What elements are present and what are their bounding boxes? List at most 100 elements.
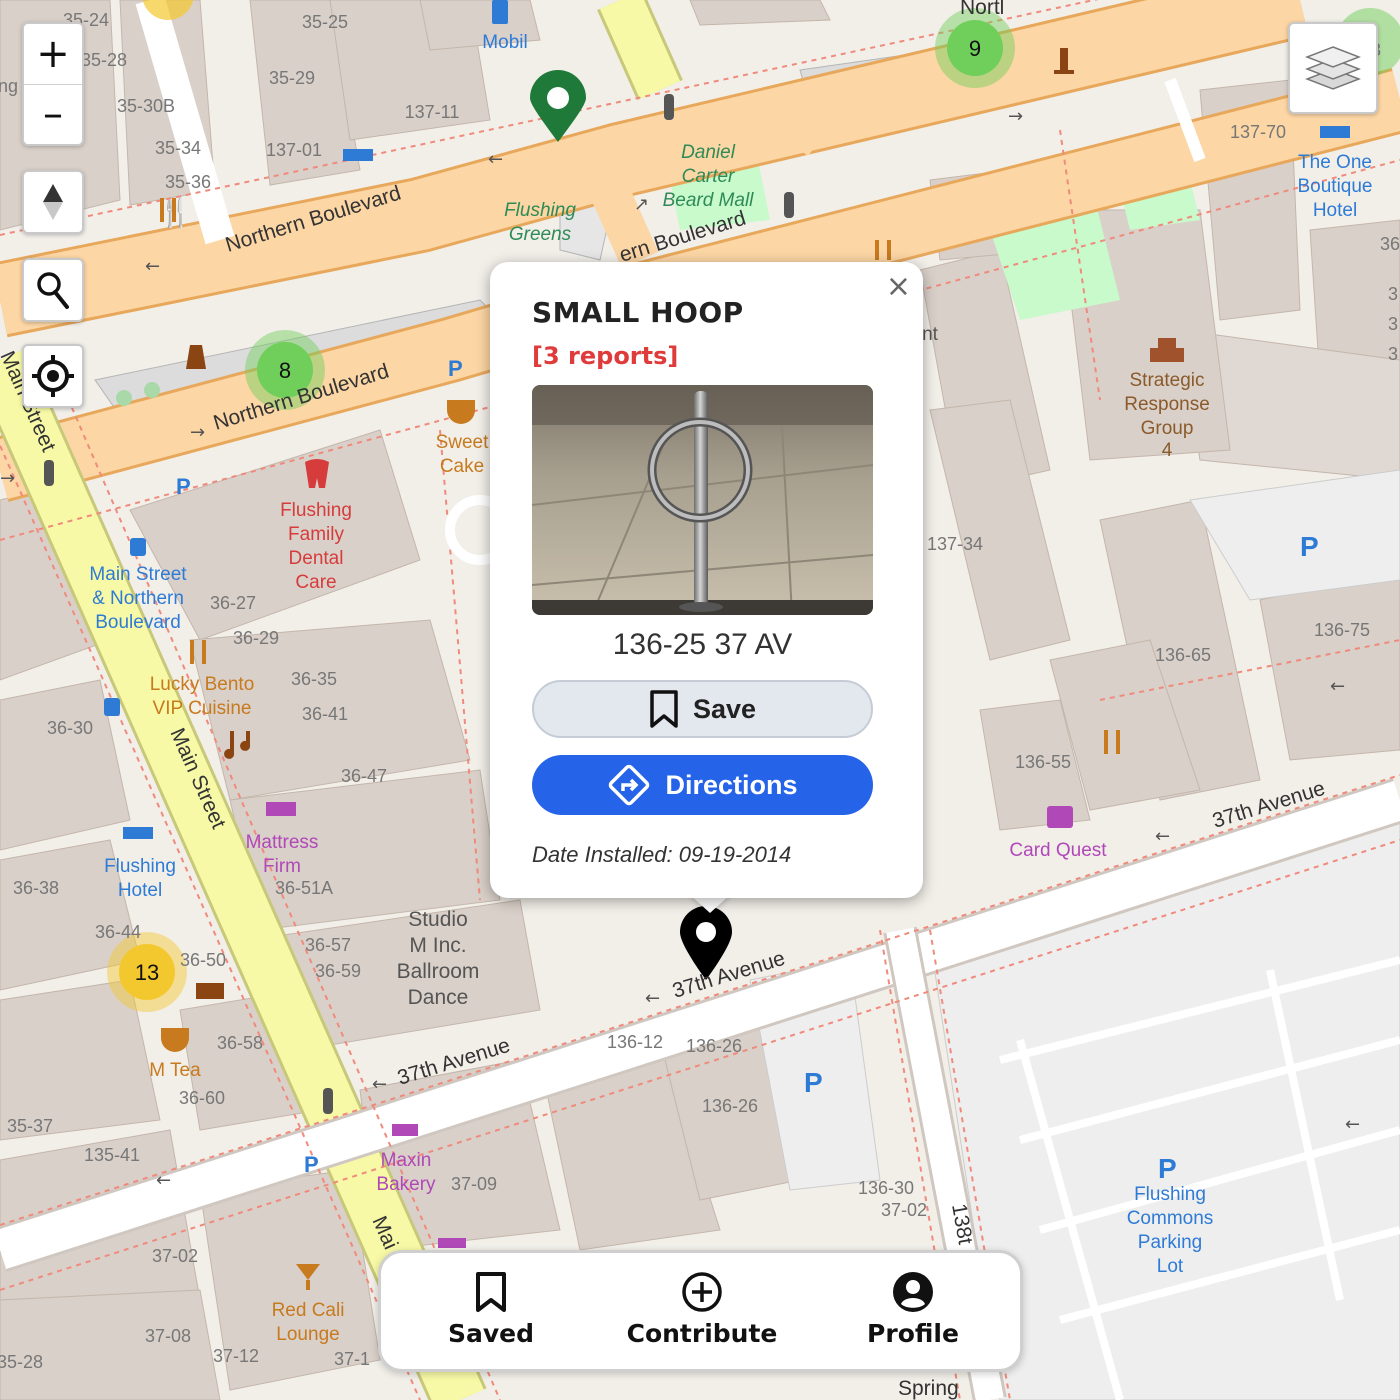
svg-text:36-59: 36-59 bbox=[315, 961, 361, 981]
layers-button[interactable] bbox=[1288, 22, 1378, 114]
svg-text:35-25: 35-25 bbox=[302, 12, 348, 32]
save-button[interactable]: Save bbox=[532, 680, 873, 738]
svg-text:37-08: 37-08 bbox=[145, 1326, 191, 1346]
road-label-spring: Spring bbox=[898, 1377, 959, 1400]
parking-symbol: P bbox=[1300, 531, 1319, 562]
parking-symbol: P bbox=[448, 356, 463, 381]
svg-text:Bakery: Bakery bbox=[376, 1174, 436, 1195]
svg-text:Hotel: Hotel bbox=[1313, 200, 1357, 221]
svg-text:→: → bbox=[0, 468, 15, 489]
svg-text:136-26: 136-26 bbox=[702, 1096, 758, 1116]
nav-saved[interactable]: Saved bbox=[391, 1271, 591, 1348]
svg-text:35-36: 35-36 bbox=[165, 172, 211, 192]
bookmark-icon bbox=[650, 690, 678, 728]
zoom-in-button[interactable]: + bbox=[24, 24, 82, 84]
svg-text:37-12: 37-12 bbox=[213, 1346, 259, 1366]
traffic-light-icon bbox=[664, 94, 674, 120]
label-dental: Flushing bbox=[280, 500, 352, 521]
label-sweet-cake: Sweet bbox=[436, 432, 490, 453]
svg-text:37-1: 37-1 bbox=[334, 1349, 370, 1369]
svg-text:Lot: Lot bbox=[1157, 1256, 1184, 1277]
svg-text:36-51A: 36-51A bbox=[275, 878, 333, 898]
bakery-icon bbox=[392, 1124, 418, 1136]
svg-text:Hotel: Hotel bbox=[118, 880, 162, 901]
directions-button[interactable]: Directions bbox=[532, 755, 873, 815]
nav-contribute[interactable]: Contribute bbox=[602, 1271, 802, 1348]
svg-text:3: 3 bbox=[1388, 284, 1398, 304]
rack-photo bbox=[532, 385, 873, 615]
cluster-8-count: 8 bbox=[279, 358, 291, 383]
reports-count[interactable]: [3 reports] bbox=[532, 342, 678, 370]
svg-text:36-27: 36-27 bbox=[210, 593, 256, 613]
popup-title: SMALL HOOP bbox=[532, 296, 744, 329]
svg-text:Lounge: Lounge bbox=[276, 1324, 339, 1345]
svg-text:35-28: 35-28 bbox=[81, 50, 127, 70]
svg-text:136-26: 136-26 bbox=[686, 1036, 742, 1056]
svg-text:←: ← bbox=[372, 1074, 387, 1095]
hotel-icon bbox=[1320, 126, 1350, 138]
svg-text:Greens: Greens bbox=[509, 224, 572, 245]
svg-text:Response: Response bbox=[1124, 394, 1210, 415]
svg-text:137-11: 137-11 bbox=[405, 102, 460, 122]
compass-button[interactable] bbox=[22, 170, 84, 234]
svg-text:Parking: Parking bbox=[1138, 1232, 1202, 1253]
svg-text:←: ← bbox=[488, 149, 503, 170]
compass-icon bbox=[43, 184, 63, 220]
cluster-13[interactable]: 13 bbox=[107, 932, 187, 1012]
bus-icon bbox=[104, 698, 120, 716]
svg-text:36-57: 36-57 bbox=[305, 935, 351, 955]
nav-profile[interactable]: Profile bbox=[813, 1271, 1013, 1348]
restaurant-icon bbox=[875, 240, 879, 260]
svg-text:36-60: 36-60 bbox=[179, 1088, 225, 1108]
money-icon bbox=[196, 983, 224, 999]
search-button[interactable] bbox=[22, 258, 84, 322]
svg-text:Firm: Firm bbox=[263, 856, 301, 877]
svg-text:Commons: Commons bbox=[1127, 1208, 1214, 1229]
svg-text:→: → bbox=[1008, 106, 1023, 127]
svg-text:Boulevard: Boulevard bbox=[95, 612, 181, 633]
plus-circle-icon bbox=[682, 1272, 722, 1312]
label-main-northern: Main Street bbox=[89, 564, 187, 585]
label-mattress: Mattress bbox=[246, 832, 319, 853]
cluster-9[interactable]: 9 bbox=[935, 8, 1015, 88]
gift-icon bbox=[1047, 806, 1073, 828]
label-m-tea: M Tea bbox=[149, 1060, 201, 1081]
svg-text:←: ← bbox=[1345, 1114, 1360, 1135]
svg-text:↗: ↗ bbox=[634, 194, 649, 215]
traffic-light-icon bbox=[784, 192, 794, 218]
zoom-out-button[interactable]: – bbox=[24, 84, 82, 144]
cluster-13-count: 13 bbox=[135, 960, 159, 985]
svg-text:←: ← bbox=[1155, 826, 1170, 847]
svg-text:Cake: Cake bbox=[440, 456, 484, 477]
label-card-quest: Card Quest bbox=[1009, 840, 1107, 861]
nav-saved-label: Saved bbox=[447, 1319, 535, 1348]
svg-text:136-12: 136-12 bbox=[607, 1032, 663, 1052]
svg-text:←: ← bbox=[645, 988, 660, 1009]
svg-text:35-37: 35-37 bbox=[7, 1116, 53, 1136]
shop-icon bbox=[438, 1238, 466, 1248]
close-icon[interactable]: × bbox=[886, 272, 911, 302]
svg-text:←: ← bbox=[1330, 676, 1345, 697]
svg-text:36-29: 36-29 bbox=[233, 628, 279, 648]
svg-text:Care: Care bbox=[295, 572, 336, 593]
svg-text:36-58: 36-58 bbox=[217, 1033, 263, 1053]
label-studio: Studio bbox=[408, 908, 468, 931]
locate-button[interactable] bbox=[22, 344, 84, 408]
svg-text:137-70: 137-70 bbox=[1230, 122, 1286, 142]
svg-text:Group: Group bbox=[1141, 418, 1194, 439]
svg-text:& Northern: & Northern bbox=[92, 588, 184, 609]
svg-text:136-65: 136-65 bbox=[1155, 645, 1211, 665]
bottom-nav: Saved Contribute Profile bbox=[378, 1250, 1023, 1372]
nav-profile-label: Profile bbox=[867, 1319, 959, 1348]
traffic-light-icon bbox=[323, 1088, 333, 1114]
label-red-cali: Red Cali bbox=[272, 1300, 345, 1321]
popup-address: 136-25 37 AV bbox=[612, 628, 793, 661]
label-mobil: Mobil bbox=[482, 32, 527, 53]
svg-text:Boutique: Boutique bbox=[1297, 176, 1372, 197]
svg-text:137-34: 137-34 bbox=[927, 534, 983, 554]
label-flushing-greens: Flushing bbox=[504, 200, 576, 221]
cluster-9-count: 9 bbox=[969, 36, 981, 61]
label-lucky-bento: Lucky Bento bbox=[150, 674, 255, 695]
svg-text:36-47: 36-47 bbox=[341, 766, 387, 786]
hotel-icon bbox=[123, 827, 153, 839]
